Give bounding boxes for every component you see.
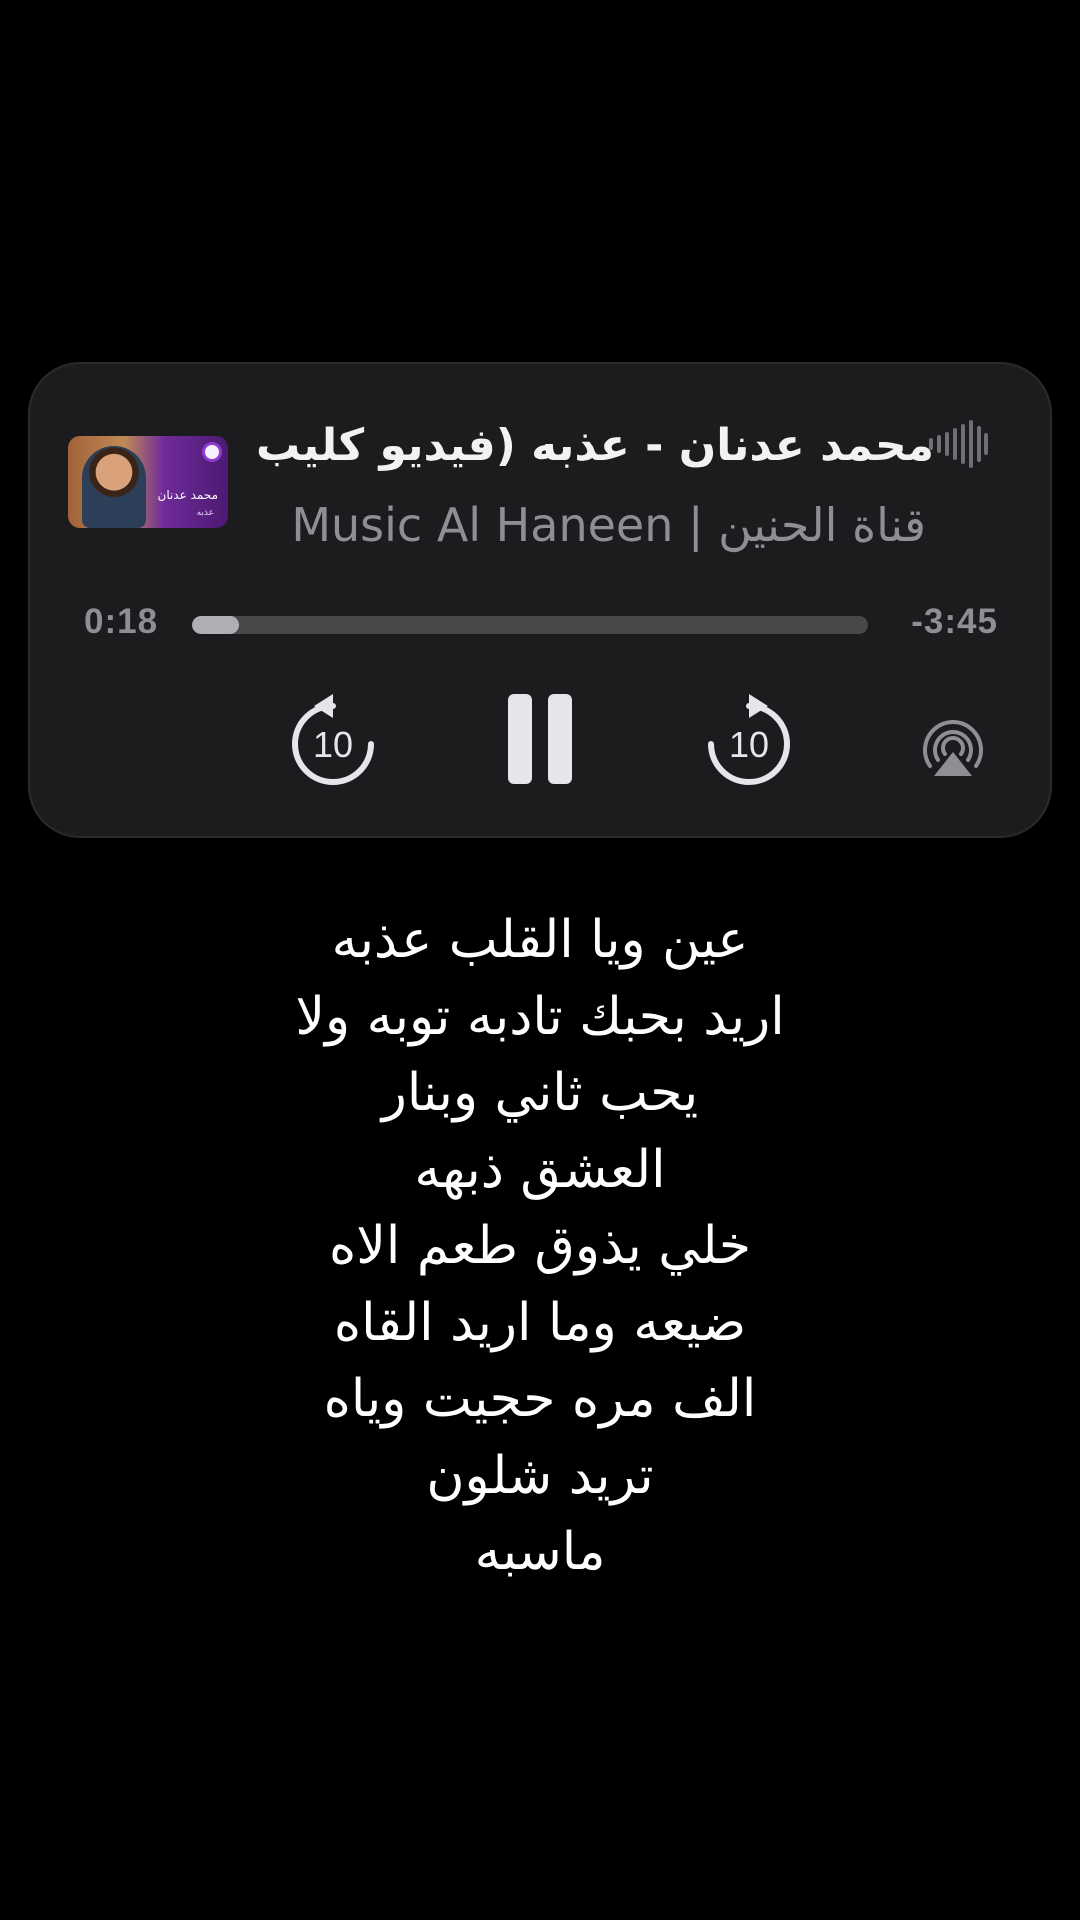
lyric-line: تريد شلون [426,1445,654,1506]
airplay-button[interactable] [920,718,986,778]
lyrics-block: عين ويا القلب عذبه اريد بحبك تادبه توبه … [0,902,1080,1591]
remaining-time: -3:45 [911,602,998,641]
lyric-line: الف مره حجيت وياه [323,1369,757,1429]
artwork-song-text: عذبه [196,508,214,518]
channel-logo-icon [202,442,222,462]
lyric-line: ضيعه وما اريد القاه [333,1292,747,1353]
rewind-10-seconds-icon: 10 [292,694,374,785]
lyric-line: خلي يذوق طعم الاه [329,1216,751,1276]
skip-forward-seconds: 10 [729,724,769,765]
track-title-container[interactable]: محمد عدنان - عذبه (فيديو كليب) | 2015 [254,410,934,482]
lyric-line: عين ويا القلب عذبه [331,910,749,970]
now-playing-card[interactable]: محمد عدنان عذبه محمد عدنان - عذبه (فيديو… [28,362,1052,838]
progress-scrubber[interactable] [192,616,868,634]
track-title: محمد عدنان - عذبه (فيديو كليب) | 2015 [254,420,934,471]
skip-forward-button[interactable]: 10 [702,686,792,786]
elapsed-time: 0:18 [84,602,159,641]
pause-icon [508,694,572,784]
skip-back-button[interactable]: 10 [290,686,380,786]
progress-fill [192,616,240,634]
skip-back-seconds: 10 [313,724,353,765]
airplay-audio-icon [923,720,983,776]
lyric-line: اريد بحبك تادبه توبه ولا [295,986,785,1047]
track-artist: قناة الحنين | Music Al Haneen [291,498,926,552]
album-artwork[interactable]: محمد عدنان عذبه [68,436,228,528]
pause-button[interactable] [502,690,578,786]
lyric-line: يحب ثاني وبنار [381,1063,699,1123]
track-artist-container[interactable]: قناة الحنين | Music Al Haneen [254,492,926,558]
artwork-artist-text: محمد عدنان [157,488,219,502]
lyric-line: العشق ذبهه [414,1139,666,1200]
forward-10-seconds-icon: 10 [708,694,790,785]
lyric-line: ماسبه [474,1522,606,1582]
artwork-portrait [82,446,146,528]
audio-waveform-icon [929,420,988,468]
